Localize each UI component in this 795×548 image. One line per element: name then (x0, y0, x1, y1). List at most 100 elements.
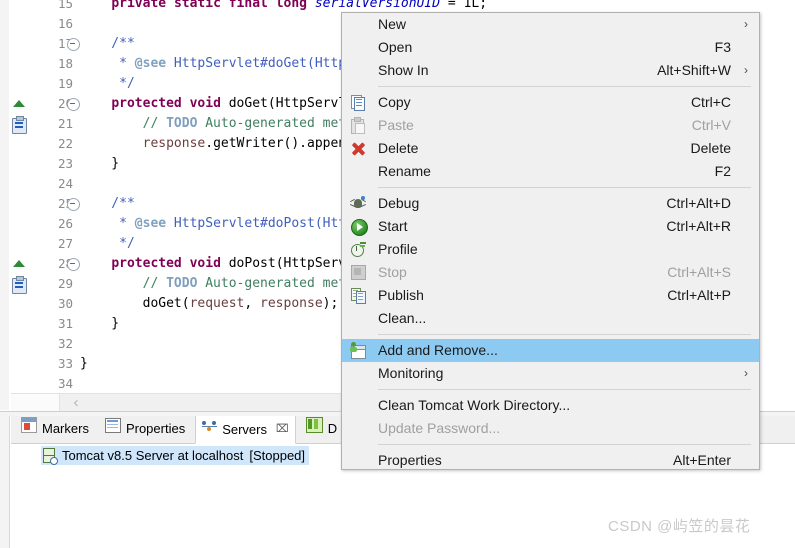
menu-item-shortcut: Ctrl+Alt+S (667, 264, 731, 280)
menu-item-properties[interactable]: Properties Alt+Enter (342, 449, 759, 472)
bottom-left-edge (0, 416, 10, 548)
properties-icon (104, 416, 121, 442)
line-number: 32 (57, 336, 73, 351)
menu-item-label: Start (378, 218, 408, 234)
tab-label: Markers (42, 421, 89, 436)
override-marker-icon[interactable] (13, 100, 25, 107)
menu-item-label: New (378, 16, 407, 32)
menu-item-stop: Stop Ctrl+Alt+S (342, 261, 759, 284)
debug-icon (342, 192, 378, 215)
menu-item-shortcut: Ctrl+V (691, 117, 731, 133)
menu-item-delete[interactable]: Delete Delete (342, 137, 759, 160)
menu-item-paste: Paste Ctrl+V (342, 114, 759, 137)
fold-collapse-icon[interactable] (67, 98, 80, 111)
fold-collapse-icon[interactable] (67, 38, 80, 51)
menu-separator (378, 334, 751, 335)
menu-item-shortcut: Ctrl+Alt+D (666, 195, 731, 211)
editor-scrollbar-thumb[interactable] (11, 394, 60, 412)
menu-item-shortcut: F2 (714, 163, 731, 179)
menu-item-monitoring[interactable]: Monitoring › (342, 362, 759, 385)
tab-d[interactable]: D (300, 416, 343, 442)
menu-item-no-icon (342, 59, 378, 82)
fold-collapse-icon[interactable] (67, 258, 80, 271)
menu-item-add-and-remove[interactable]: Add and Remove... (342, 339, 759, 362)
menu-separator (378, 444, 751, 445)
menu-separator (378, 389, 751, 390)
code-line: /** (80, 196, 135, 211)
line-number: 24 (57, 176, 73, 191)
menu-item-label: Show In (378, 62, 429, 78)
code-line: */ (80, 236, 135, 251)
menu-separator (378, 187, 751, 188)
editor-gutter[interactable]: 15 16 17 18 19 20 21 22 23 24 25 26 27 28 29 30 31 32 33 34 (11, 0, 80, 410)
menu-item-no-icon (342, 362, 378, 385)
server-context-menu[interactable]: New › Open F3 Show In Alt+Shift+W › Copy Ctrl+C P… (341, 12, 760, 470)
menu-separator (378, 86, 751, 87)
server-list-row[interactable]: Tomcat v8.5 Server at localhost [Stopped… (41, 446, 310, 465)
submenu-arrow-icon: › (744, 17, 748, 31)
tab-servers[interactable]: Servers ⌧ (195, 416, 296, 444)
menu-item-update-password: Update Password... (342, 417, 759, 440)
menu-item-label: Stop (378, 264, 407, 280)
line-number: 16 (57, 16, 73, 31)
menu-item-profile[interactable]: Profile (342, 238, 759, 261)
menu-item-shortcut: Alt+Shift+W (657, 62, 731, 78)
menu-item-label: Update Password... (378, 420, 501, 436)
line-number: 15 (57, 0, 73, 11)
code-line: } (80, 356, 88, 371)
menu-item-debug[interactable]: Debug Ctrl+Alt+D (342, 192, 759, 215)
menu-item-shortcut: Alt+Enter (673, 452, 731, 468)
line-number: 31 (57, 316, 73, 331)
submenu-arrow-icon: › (744, 63, 748, 77)
menu-item-shortcut: Ctrl+C (690, 94, 731, 110)
menu-item-open[interactable]: Open F3 (342, 36, 759, 59)
menu-item-clean-tomcat-work-directory[interactable]: Clean Tomcat Work Directory... (342, 394, 759, 417)
copy-icon (342, 91, 378, 114)
menu-item-label: Clean Tomcat Work Directory... (378, 397, 571, 413)
scroll-left-arrow-icon[interactable]: ‹ (66, 394, 86, 412)
paste-icon (342, 114, 378, 137)
override-marker-icon[interactable] (13, 260, 25, 267)
server-name-label: Tomcat v8.5 Server at localhost (62, 448, 244, 463)
menu-item-label: Properties (378, 452, 442, 468)
profile-icon (342, 238, 378, 261)
tab-label: Servers (222, 422, 267, 437)
line-number: 18 (57, 56, 73, 71)
menu-item-shortcut: Ctrl+Alt+P (667, 287, 731, 303)
menu-item-clean[interactable]: Clean... (342, 307, 759, 330)
add-remove-icon (342, 339, 378, 362)
todo-marker-icon[interactable] (12, 276, 27, 294)
tab-properties[interactable]: Properties (99, 416, 191, 442)
menu-item-show-in[interactable]: Show In Alt+Shift+W › (342, 59, 759, 82)
tab-close-icon[interactable]: ⌧ (276, 416, 289, 443)
line-number: 23 (57, 156, 73, 171)
todo-marker-icon[interactable] (12, 116, 27, 134)
fold-collapse-icon[interactable] (67, 198, 80, 211)
tab-markers[interactable]: Markers (15, 416, 95, 442)
menu-item-label: Publish (378, 287, 424, 303)
menu-item-no-icon (342, 36, 378, 59)
data-source-explorer-icon (305, 416, 323, 442)
delete-icon (342, 137, 378, 160)
menu-item-no-icon (342, 449, 378, 472)
line-number: 30 (57, 296, 73, 311)
code-line: } (80, 156, 120, 171)
menu-item-label: Clean... (378, 310, 427, 326)
menu-item-label: Profile (378, 241, 418, 257)
menu-item-start[interactable]: Start Ctrl+Alt+R (342, 215, 759, 238)
menu-item-new[interactable]: New › (342, 13, 759, 36)
menu-item-label: Rename (378, 163, 431, 179)
code-line: } (80, 316, 120, 331)
line-number: 27 (57, 236, 73, 251)
line-number: 22 (57, 136, 73, 151)
menu-item-label: Open (378, 39, 413, 55)
menu-item-publish[interactable]: Publish Ctrl+Alt+P (342, 284, 759, 307)
menu-item-label: Monitoring (378, 365, 444, 381)
watermark-text: CSDN @屿笠的昙花 (608, 518, 751, 535)
line-number: 17 (57, 36, 73, 51)
menu-item-rename[interactable]: Rename F2 (342, 160, 759, 183)
menu-item-label: Delete (378, 140, 419, 156)
menu-item-copy[interactable]: Copy Ctrl+C (342, 91, 759, 114)
server-status-label: [Stopped] (249, 448, 306, 463)
menu-item-label: Paste (378, 117, 414, 133)
